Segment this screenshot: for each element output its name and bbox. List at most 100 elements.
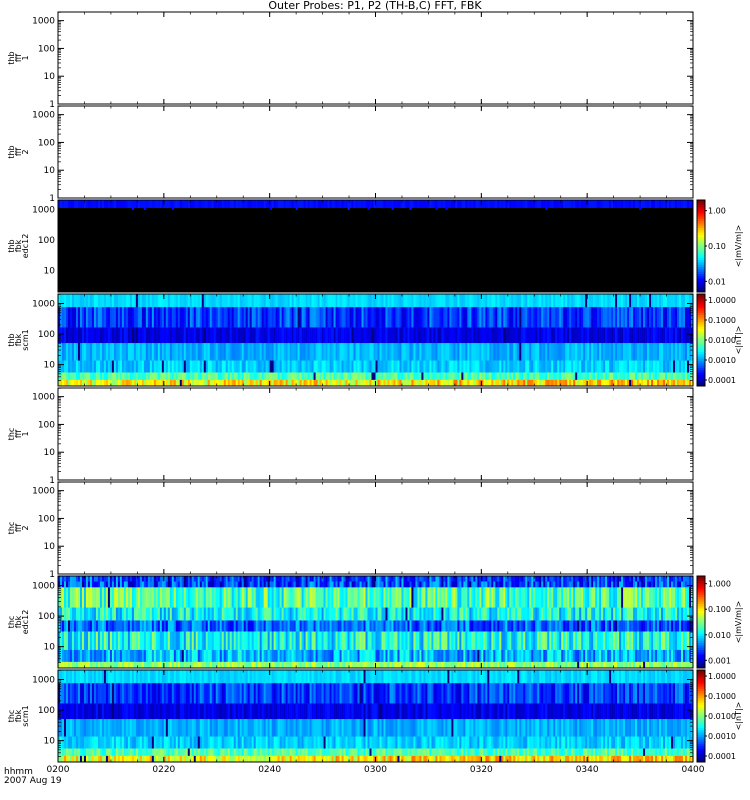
spectrogram-cell	[363, 327, 366, 344]
spectrogram-cell	[491, 200, 494, 208]
spectrogram-cell	[459, 649, 462, 662]
spectrogram-cell	[369, 360, 372, 373]
spectrogram-cell	[153, 342, 157, 361]
spectrogram-cell	[243, 372, 247, 380]
spectrogram-cell	[115, 661, 119, 669]
spectrogram-cell	[329, 607, 332, 621]
spectrogram-cell	[211, 327, 215, 344]
spectrogram-cell	[501, 200, 504, 208]
spectrogram-cell	[91, 587, 95, 608]
spectrogram-cell	[113, 661, 117, 669]
spectrogram-cell	[425, 360, 428, 373]
spectrogram-cell	[331, 306, 334, 328]
spectrogram-cell	[535, 200, 538, 208]
spectrogram-cell	[153, 294, 157, 308]
spectrogram-cell	[227, 306, 231, 328]
spectrogram-cell	[329, 576, 332, 588]
spectrogram-cell	[289, 620, 292, 632]
spectrogram-cell	[163, 306, 167, 328]
spectrogram-cell	[521, 294, 524, 308]
spectrogram-cell	[205, 607, 209, 621]
spectrogram-cell	[395, 372, 398, 380]
spectrogram-cell	[257, 649, 260, 662]
spectrogram-cell	[63, 200, 67, 208]
spectrogram-cell	[665, 327, 668, 344]
spectrogram-cell	[511, 379, 514, 387]
spectrogram-cell	[591, 342, 594, 361]
spectrogram-cell	[275, 200, 278, 208]
spectrogram-cell	[513, 306, 516, 328]
spectrogram-cell	[251, 342, 254, 361]
spectrogram-cell	[305, 631, 308, 650]
spectrogram-cell	[461, 327, 464, 344]
spectrogram-cell	[63, 620, 67, 632]
spectrogram-cell	[103, 379, 107, 387]
spectrogram-cell	[225, 620, 229, 632]
panel-4: 101001000thbfbkscm11.00000.10000.01000.0…	[7, 293, 743, 387]
spectrogram-cell	[255, 306, 258, 328]
spectrogram-cell	[605, 306, 608, 328]
spectrogram-cell	[545, 379, 548, 387]
spectrogram-cell	[371, 661, 374, 669]
spectrogram-cell	[465, 294, 468, 308]
spectrogram-cell	[93, 200, 97, 208]
spectrogram-cell	[623, 360, 626, 373]
spectrogram-cell	[97, 661, 101, 669]
spectrogram-cell	[115, 372, 119, 380]
spectrogram-cell	[547, 200, 550, 208]
spectrogram-cell	[659, 372, 662, 380]
spectrogram-cell	[607, 327, 610, 344]
spectrogram-cell	[89, 576, 93, 588]
spectrogram-cell	[147, 306, 151, 328]
spectrogram-cell	[99, 294, 103, 308]
spectrogram-cell	[63, 587, 67, 608]
spectrogram-cell	[247, 576, 250, 582]
spectrogram-cell	[383, 661, 386, 669]
spectrogram-cell	[61, 379, 65, 387]
spectrogram-cell	[489, 306, 492, 328]
spectrogram-cell	[349, 587, 352, 608]
spectrogram-cell	[457, 327, 460, 344]
spectrogram-cell	[201, 372, 205, 380]
spectrogram-cell	[343, 306, 346, 328]
spectrogram-cell	[635, 379, 638, 387]
spectrogram-cell	[625, 294, 628, 308]
spectrogram-cell	[387, 661, 390, 669]
spectrogram-cell	[449, 294, 452, 308]
spectrogram-cell	[155, 649, 159, 662]
spectrogram-cell	[195, 327, 199, 344]
spectrogram-cell	[103, 360, 107, 373]
spectrogram-cell	[135, 372, 139, 380]
spectrogram-cell	[535, 327, 538, 344]
spectrogram-cell	[215, 649, 219, 662]
spectrogram-cell	[167, 360, 171, 373]
spectrogram-cell	[363, 379, 366, 387]
spectrogram-cell	[71, 327, 75, 344]
colorbar-cell	[697, 213, 705, 217]
spectrogram-cell	[627, 342, 630, 361]
spectrogram-cell	[207, 620, 211, 632]
spectrogram-cell	[239, 327, 243, 344]
spectrogram-cell	[267, 372, 270, 380]
spectrogram-cell	[351, 360, 354, 373]
spectrogram-cell	[169, 587, 173, 608]
spectrogram-cell	[571, 360, 574, 373]
spectrogram-cell	[257, 379, 260, 387]
spectrogram-cell	[167, 620, 171, 632]
spectrogram-cell	[205, 661, 209, 669]
spectrogram-cell	[167, 372, 171, 380]
spectrogram-cell	[121, 342, 125, 361]
spectrogram-cell	[173, 360, 177, 373]
spectrogram-cell	[287, 631, 290, 650]
spectrogram-cell	[63, 306, 67, 328]
spectrogram-cell	[127, 620, 131, 632]
spectrogram-cell	[155, 360, 159, 373]
spectrogram-cell	[495, 379, 498, 387]
spectrogram-cell	[235, 576, 239, 582]
spectrogram-cell	[157, 587, 161, 608]
spectrogram-cell	[309, 327, 312, 344]
spectrogram-cell	[275, 620, 278, 632]
spectrogram-cell	[95, 372, 99, 380]
spectrogram-cell	[171, 661, 175, 669]
spectrogram-cell	[467, 649, 470, 662]
